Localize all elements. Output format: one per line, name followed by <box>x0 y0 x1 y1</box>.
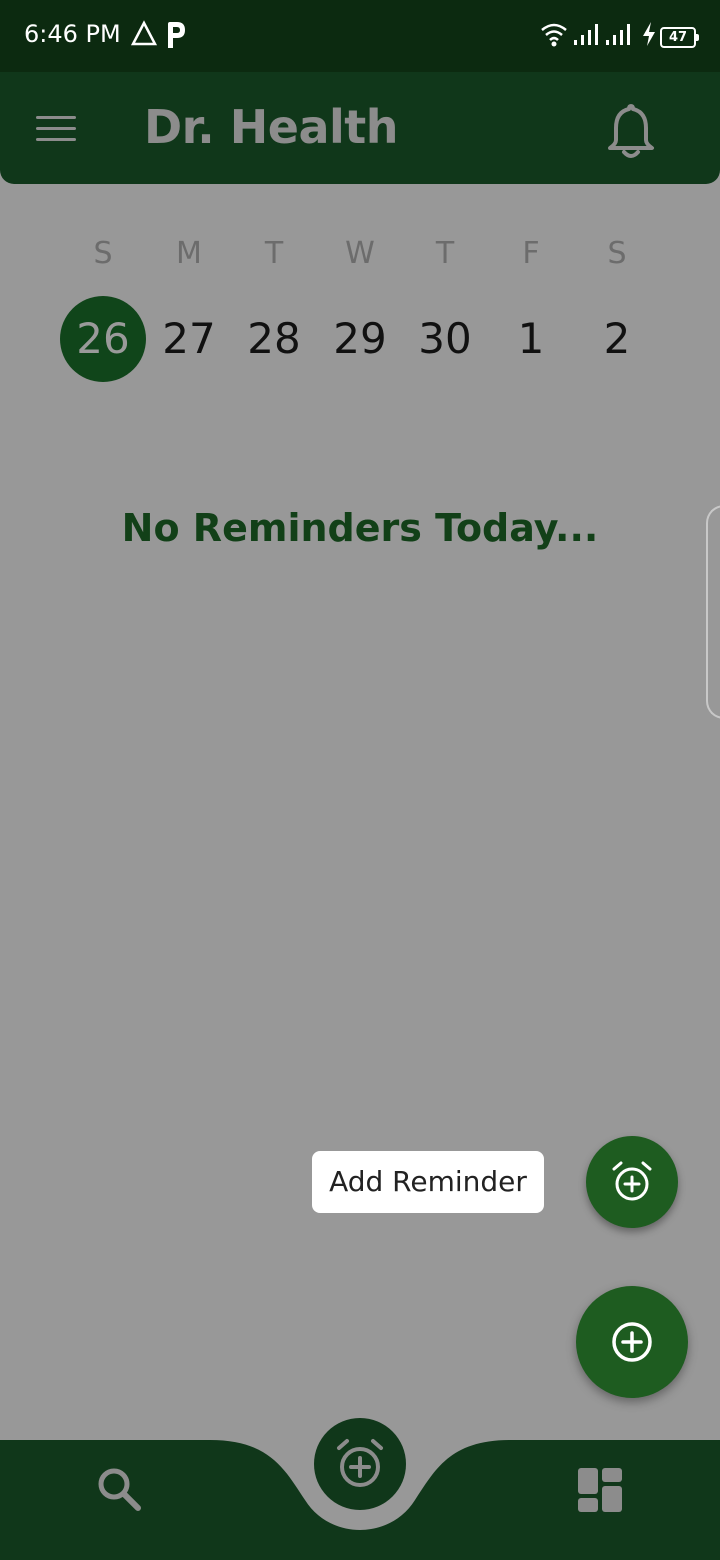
day-letter: S <box>93 236 113 271</box>
day-number[interactable]: 2 <box>574 296 660 382</box>
side-drawer-handle[interactable] <box>706 505 720 719</box>
signal-icon <box>572 20 600 53</box>
day-letter: W <box>345 236 375 271</box>
p-app-icon <box>164 20 188 55</box>
day-column[interactable]: M 27 <box>146 236 232 363</box>
day-letter: F <box>522 236 540 271</box>
day-number-selected[interactable]: 26 <box>60 296 146 382</box>
day-number[interactable]: 28 <box>231 296 317 382</box>
day-letter: S <box>607 236 627 271</box>
day-letter: T <box>435 236 455 271</box>
day-letter: T <box>264 236 284 271</box>
day-number[interactable]: 30 <box>402 296 488 382</box>
bell-icon[interactable] <box>602 100 660 167</box>
dashboard-icon[interactable] <box>576 1466 624 1519</box>
add-circle-icon <box>612 1322 652 1362</box>
day-column[interactable]: S 26 <box>60 236 146 382</box>
speed-dial-fab[interactable] <box>576 1286 688 1398</box>
menu-icon[interactable] <box>36 116 76 144</box>
day-number[interactable]: 27 <box>146 296 232 382</box>
status-time: 6:46 PM <box>24 20 121 48</box>
add-reminder-fab[interactable] <box>586 1136 678 1228</box>
bottom-navigation <box>0 1400 720 1560</box>
day-column[interactable]: S 2 <box>574 236 660 363</box>
charging-icon <box>640 20 658 53</box>
app-title: Dr. Health <box>144 100 399 154</box>
signal-icon <box>604 20 632 53</box>
add-reminder-tooltip[interactable]: Add Reminder <box>312 1151 544 1213</box>
empty-state-message: No Reminders Today... <box>121 506 599 550</box>
status-bar: 6:46 PM 47 <box>0 0 720 72</box>
alarm-add-nav-button[interactable] <box>314 1418 406 1515</box>
wifi-icon <box>540 20 568 53</box>
day-column[interactable]: T 28 <box>231 236 317 363</box>
day-letter: M <box>176 236 202 271</box>
alarm-add-icon <box>612 1161 652 1201</box>
battery-indicator: 47 <box>660 27 699 48</box>
day-column[interactable]: W 29 <box>317 236 403 363</box>
day-column[interactable]: F 1 <box>488 236 574 363</box>
search-icon[interactable] <box>94 1464 144 1519</box>
app-bar: Dr. Health <box>0 72 720 184</box>
triangle-app-icon <box>130 20 158 53</box>
day-column[interactable]: T 30 <box>402 236 488 363</box>
day-number[interactable]: 29 <box>317 296 403 382</box>
day-number[interactable]: 1 <box>488 296 574 382</box>
